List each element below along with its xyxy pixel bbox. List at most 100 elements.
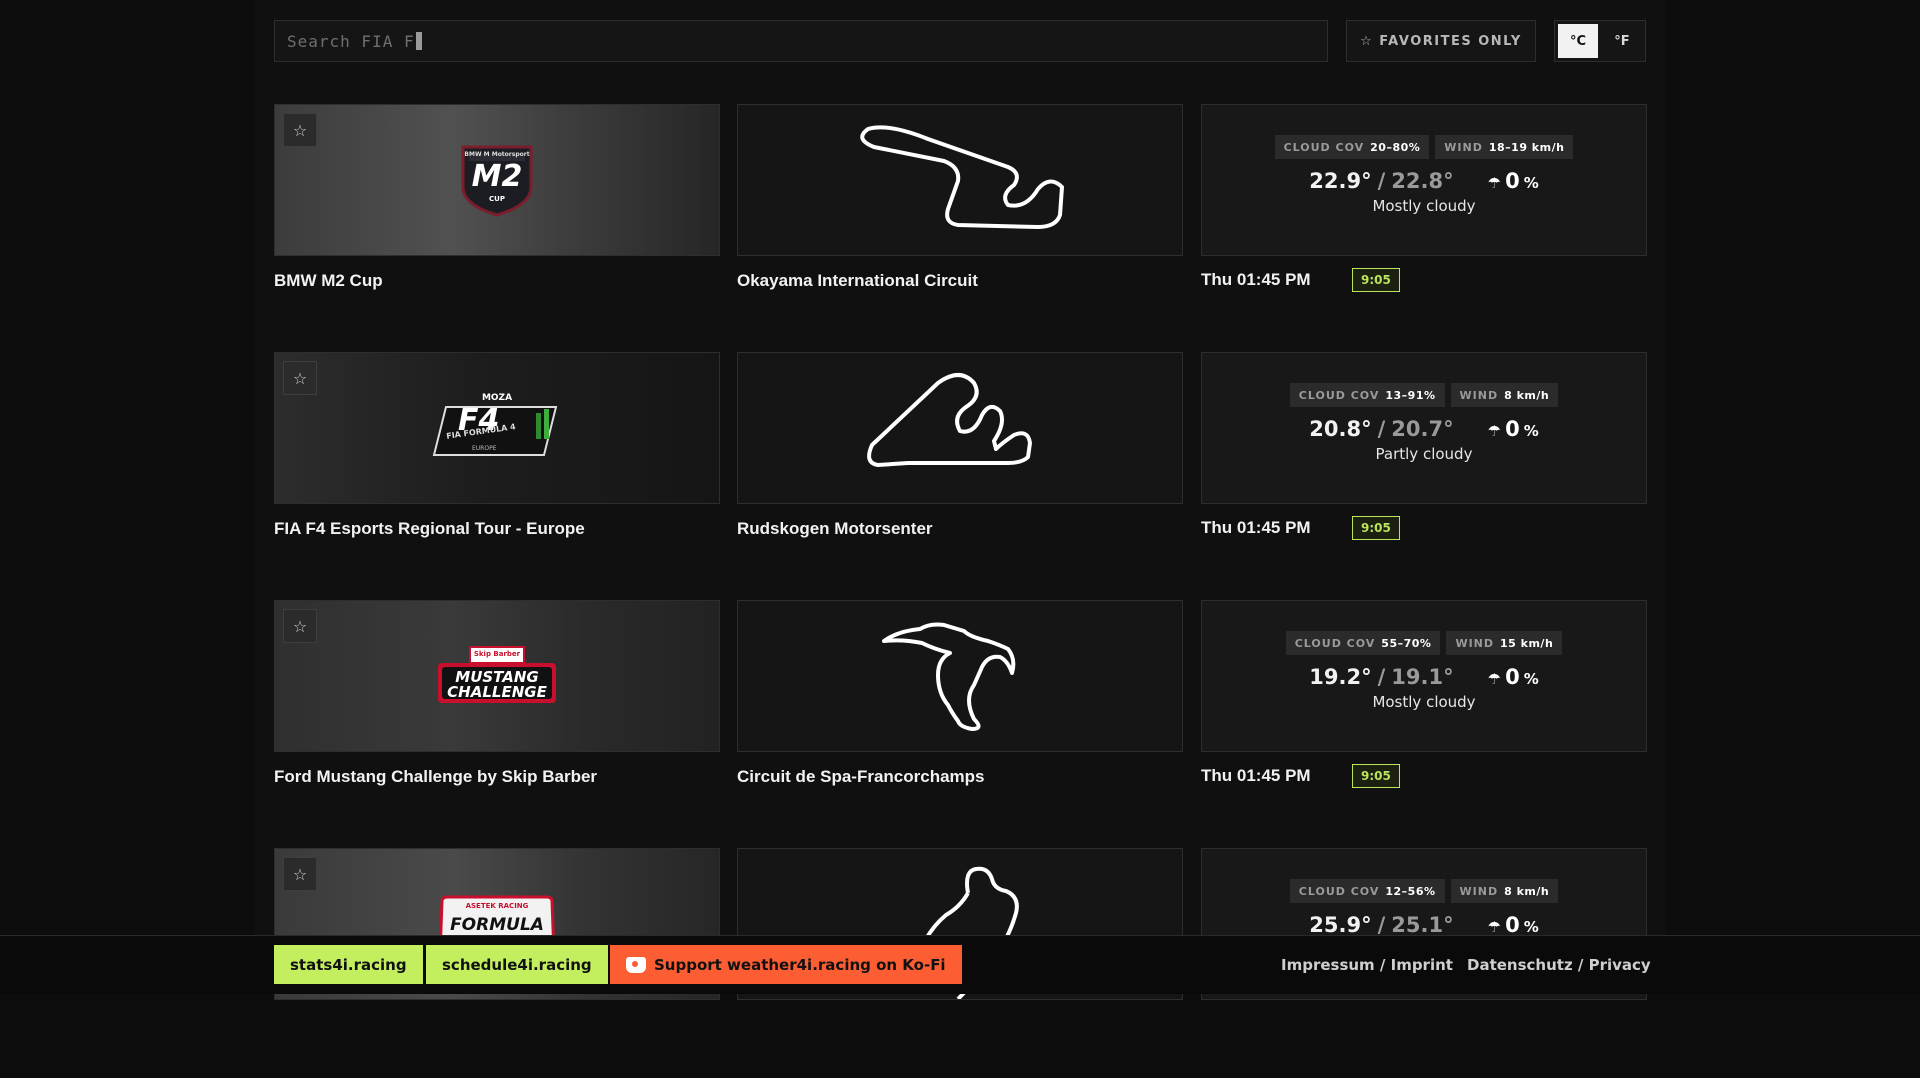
wind-value: 8 km/h [1504, 388, 1550, 402]
duration-badge: 9:05 [1352, 268, 1400, 292]
rain-unit: % [1523, 422, 1539, 440]
event-row: ☆ MOZA F4 FIA FORMULA 4 EUROPE CLOUD COV… [274, 352, 1647, 582]
wind-label: WIND [1459, 388, 1499, 402]
track-title: Rudskogen Motorsenter [737, 519, 933, 538]
track-outline-icon [860, 125, 1064, 229]
umbrella-icon: ☂ [1487, 670, 1502, 688]
favorite-star-button[interactable]: ☆ [283, 609, 317, 643]
cloud-cover-label: CLOUD COV [1283, 140, 1365, 154]
star-outline-icon: ☆ [292, 864, 308, 884]
rain-value: 0 [1505, 417, 1520, 441]
track-title: Okayama International Circuit [737, 271, 978, 290]
footer: stats4i.racing schedule4i.racing Support… [0, 935, 1920, 994]
rain-value: 0 [1505, 169, 1520, 193]
rain-unit: % [1523, 918, 1539, 936]
temp-low: 20.7° [1391, 417, 1454, 441]
weather-panel: CLOUD COV 55–70% WIND 15 km/h 19.2° / 19.1… [1201, 600, 1647, 752]
cloud-cover-chip: CLOUD COV 20–80% [1274, 135, 1430, 159]
stats-link-button[interactable]: stats4i.racing [274, 945, 423, 984]
unit-celsius-button[interactable]: °C [1558, 24, 1598, 58]
temperature-line: 19.2° / 19.1° ☂ 0% [1202, 665, 1646, 689]
temp-low: 25.1° [1391, 913, 1454, 937]
bmw-m2-cup-logo: BMW M Motorsport M2 CUP [457, 143, 537, 217]
weather-chips: CLOUD COV 55–70% WIND 15 km/h [1202, 631, 1646, 655]
wind-label: WIND [1444, 140, 1483, 154]
impressum-link[interactable]: Impressum / Imprint [1281, 956, 1453, 974]
wind-chip: WIND 18–19 km/h [1435, 135, 1574, 159]
favorites-only-label: FAVORITES ONLY [1379, 33, 1522, 49]
event-title[interactable]: FIA F4 Esports Regional Tour - Europe [274, 519, 585, 539]
cloud-cover-value: 13–91% [1385, 388, 1436, 402]
unit-fahrenheit-button[interactable]: °F [1602, 24, 1642, 58]
page: Search FIA F ☆ FAVORITES ONLY °C °F ☆ BM… [0, 0, 1920, 1000]
wind-chip: WIND 15 km/h [1446, 631, 1563, 655]
favorite-star-button[interactable]: ☆ [283, 361, 317, 395]
weather-panel: CLOUD COV 20–80% WIND 18–19 km/h 22.9° / 2… [1201, 104, 1647, 256]
kofi-support-button[interactable]: Support weather4i.racing on Ko-Fi [610, 945, 962, 984]
logo-sub-text: CHALLENGE [447, 683, 547, 701]
track-map-panel [737, 600, 1183, 752]
cloud-cover-label: CLOUD COV [1298, 884, 1380, 898]
weather-panel: CLOUD COV 13–91% WIND 8 km/h 20.8° / 20.7°… [1201, 352, 1647, 504]
weather-description: Mostly cloudy [1372, 693, 1476, 711]
mustang-challenge-logo: Skip Barber MUSTANG CHALLENGE [434, 645, 560, 707]
cloud-cover-chip: CLOUD COV 12–56% [1289, 879, 1445, 903]
temp-high: 19.2° [1309, 665, 1372, 689]
star-outline-icon: ☆ [1360, 33, 1374, 49]
session-time: Thu 01:45 PM [1201, 518, 1311, 537]
temperature-line: 22.9° / 22.8° ☂ 0% [1202, 169, 1646, 193]
temperature-line: 20.8° / 20.7° ☂ 0% [1202, 417, 1646, 441]
temp-low: 22.8° [1391, 169, 1454, 193]
star-outline-icon: ☆ [292, 368, 308, 388]
duration-badge: 9:05 [1352, 516, 1400, 540]
rain-chance: ☂ 0% [1488, 913, 1539, 937]
rain-unit: % [1523, 670, 1539, 688]
temp-low: 19.1° [1391, 665, 1454, 689]
rain-unit: % [1523, 174, 1539, 192]
weather-chips: CLOUD COV 20–80% WIND 18–19 km/h [1202, 135, 1646, 159]
logo-region-text: EUROPE [472, 445, 497, 452]
temp-separator: / [1377, 417, 1386, 441]
logo-brand-text: BMW M Motorsport [464, 151, 530, 158]
favorites-only-button[interactable]: ☆ FAVORITES ONLY [1346, 20, 1536, 62]
event-row: ☆ Skip Barber MUSTANG CHALLENGE CLOUD CO… [274, 600, 1647, 830]
event-logo-panel[interactable]: ☆ Skip Barber MUSTANG CHALLENGE [274, 600, 720, 752]
weather-description: Mostly cloudy [1372, 197, 1476, 215]
event-logo-panel[interactable]: ☆ MOZA F4 FIA FORMULA 4 EUROPE [274, 352, 720, 504]
cloud-cover-value: 55–70% [1381, 636, 1432, 650]
wind-chip: WIND 8 km/h [1450, 383, 1559, 407]
temp-separator: / [1377, 665, 1386, 689]
event-title[interactable]: Ford Mustang Challenge by Skip Barber [274, 767, 597, 787]
cloud-cover-chip: CLOUD COV 55–70% [1285, 631, 1441, 655]
logo-brand-text: MOZA [481, 393, 513, 403]
logo-sub-text: CUP [489, 195, 505, 203]
event-logo-panel[interactable]: ☆ BMW M Motorsport M2 CUP [274, 104, 720, 256]
session-time: Thu 01:45 PM [1201, 270, 1311, 289]
favorite-star-button[interactable]: ☆ [283, 113, 317, 147]
kofi-support-label: Support weather4i.racing on Ko-Fi [654, 955, 946, 974]
session-time: Thu 01:45 PM [1201, 766, 1311, 785]
weather-chips: CLOUD COV 13–91% WIND 8 km/h [1202, 383, 1646, 407]
schedule-link-button[interactable]: schedule4i.racing [426, 945, 608, 984]
wind-label: WIND [1459, 884, 1499, 898]
duration-badge: 9:05 [1352, 764, 1400, 788]
search-input[interactable]: Search FIA F [274, 20, 1328, 62]
logo-brand-text: Skip Barber [473, 650, 521, 658]
temperature-unit-toggle[interactable]: °C °F [1554, 20, 1646, 62]
star-outline-icon: ☆ [292, 616, 308, 636]
favorite-star-button[interactable]: ☆ [283, 857, 317, 891]
track-outline-icon [882, 622, 1016, 731]
search-input-value: Search FIA F [287, 31, 415, 51]
cloud-cover-chip: CLOUD COV 13–91% [1289, 383, 1445, 407]
umbrella-icon: ☂ [1487, 918, 1502, 936]
wind-value: 8 km/h [1504, 884, 1550, 898]
rain-value: 0 [1505, 913, 1520, 937]
event-title[interactable]: BMW M2 Cup [274, 271, 383, 291]
umbrella-icon: ☂ [1487, 174, 1502, 192]
track-title: Circuit de Spa-Francorchamps [737, 767, 985, 786]
privacy-link[interactable]: Datenschutz / Privacy [1467, 956, 1651, 974]
cloud-cover-value: 12–56% [1385, 884, 1436, 898]
wind-label: WIND [1455, 636, 1495, 650]
weather-chips: CLOUD COV 12–56% WIND 8 km/h [1202, 879, 1646, 903]
temp-separator: / [1377, 913, 1386, 937]
